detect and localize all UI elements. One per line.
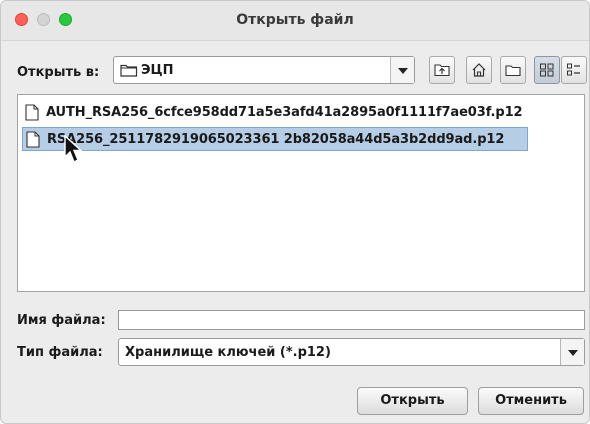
file-list-item[interactable]: AUTH_RSA256_6cfce958dd71a5e3afd41a2895a0…	[22, 101, 552, 125]
folder-icon	[120, 63, 138, 81]
folder-up-icon	[434, 64, 450, 77]
dialog-title: Открыть файл	[236, 12, 354, 28]
details-view-icon	[567, 63, 580, 76]
cancel-button[interactable]: Отменить	[478, 387, 584, 415]
list-view-icon	[540, 63, 554, 77]
chevron-down-icon	[398, 68, 408, 74]
document-icon	[26, 131, 40, 152]
list-view-button[interactable]	[534, 56, 560, 84]
home-button[interactable]	[466, 56, 492, 84]
file-type-label: Тип файла:	[17, 345, 103, 360]
file-list[interactable]: AUTH_RSA256_6cfce958dd71a5e3afd41a2895a0…	[17, 94, 585, 292]
file-open-dialog: Открыть файл Открыть в: ЭЦП AUTH_RSA256_…	[0, 0, 590, 424]
home-icon	[472, 63, 486, 77]
new-folder-button[interactable]	[500, 56, 526, 84]
look-in-dropdown-arrow[interactable]	[390, 57, 414, 83]
file-name-input[interactable]	[118, 310, 585, 330]
details-view-button[interactable]	[561, 56, 587, 84]
file-list-item-selected[interactable]: RSA256_2511782919065023361 2b82058a44d5a…	[22, 127, 528, 151]
up-one-level-button[interactable]	[429, 56, 455, 84]
mouse-pointer-icon	[64, 135, 83, 163]
title-bar: Открыть файл	[1, 1, 589, 41]
file-type-value: Хранилище ключей (*.p12)	[125, 345, 331, 360]
open-button[interactable]: Открыть	[357, 387, 468, 415]
file-type-combo[interactable]: Хранилище ключей (*.p12)	[118, 338, 585, 366]
file-name: RSA256_2511782919065023361 2b82058a44d5a…	[47, 132, 505, 147]
look-in-label: Открыть в:	[17, 65, 100, 80]
look-in-value: ЭЦП	[141, 63, 174, 78]
file-type-dropdown-arrow[interactable]	[560, 339, 584, 365]
file-name: AUTH_RSA256_6cfce958dd71a5e3afd41a2895a0…	[46, 105, 523, 120]
new-folder-icon	[505, 65, 521, 77]
chevron-down-icon	[568, 350, 578, 356]
file-name-label: Имя файла:	[17, 313, 106, 328]
look-in-combo[interactable]: ЭЦП	[113, 56, 415, 84]
document-icon	[25, 104, 39, 125]
